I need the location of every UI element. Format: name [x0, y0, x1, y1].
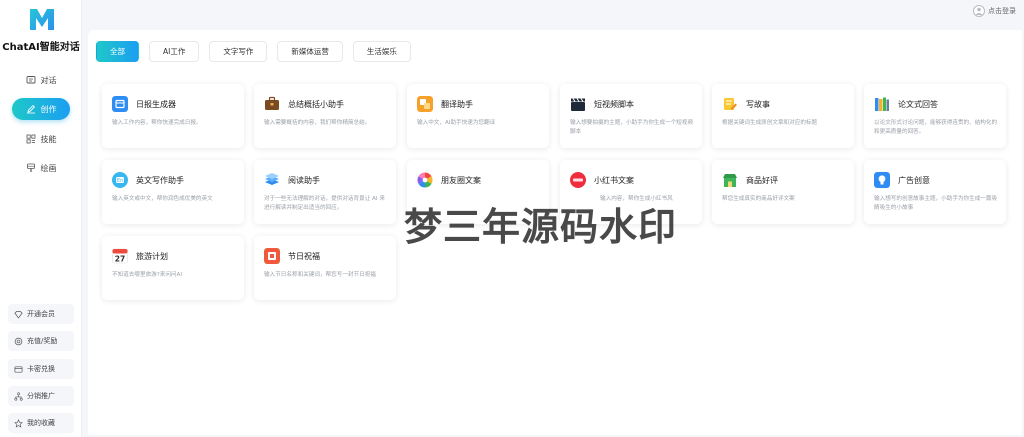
card-icon	[14, 365, 23, 373]
sidebar-item-label: 绘画	[40, 163, 57, 173]
card-title: 论文式回答	[898, 100, 938, 109]
tab-new-media[interactable]: 新媒体运营	[277, 41, 343, 62]
card-title: 商品好评	[746, 176, 778, 185]
app-card-travel[interactable]: 27 旅游计划 不知道去哪里旅游?来问问AI	[102, 236, 244, 300]
svg-text:En: En	[117, 178, 123, 184]
tab-writing[interactable]: 文字写作	[209, 41, 268, 62]
sidebar-item-label: 开通会员	[27, 310, 55, 318]
sidebar-item-membership[interactable]: 开通会员	[8, 304, 74, 324]
card-title: 节日祝福	[288, 252, 320, 261]
app-card-summary[interactable]: 总结概括小助手 输入需要概括的内容，我们帮你精简总结。	[254, 84, 396, 148]
date-text: 27	[115, 255, 125, 264]
coin-icon	[14, 337, 23, 345]
sidebar-item-label: 创作	[40, 104, 57, 114]
date-27-icon: 27	[112, 248, 128, 264]
pencil-note-icon	[724, 98, 737, 110]
card-desc: 以论文形式讨论问题，能够获得连贯的、结构化的和更高质量的回答。	[874, 120, 998, 135]
greeting-icon	[264, 248, 280, 264]
card-title: 写故事	[746, 100, 770, 109]
topbar: 点击登录	[82, 0, 1024, 24]
sidebar-item-skills[interactable]: 技能	[12, 128, 70, 150]
app-card-festival[interactable]: 节日祝福 输入节日名称和关键词，帮您写一封节日祝福	[254, 236, 396, 300]
logo-icon	[30, 8, 54, 30]
watermark-text: 梦三年源码水印	[404, 205, 678, 249]
card-title: 总结概括小助手	[288, 100, 344, 109]
books-icon	[875, 97, 889, 111]
english-icon: En	[112, 172, 128, 188]
clapper-icon	[571, 98, 585, 111]
card-title: 广告创意	[898, 176, 930, 185]
card-title: 阅读助手	[288, 176, 320, 185]
xiaohongshu-icon	[570, 172, 586, 188]
card-title: 朋友圈文案	[441, 176, 481, 185]
edit-icon	[26, 104, 35, 114]
app-card-translate[interactable]: 翻译助手 输入中文，AI助手快速为您翻译	[407, 84, 549, 148]
lightbulb-icon	[874, 172, 890, 188]
tab-all[interactable]: 全部	[96, 41, 139, 62]
card-desc: 输入想写的创意故事主题，小助手为你生成一篇吸睛吸生的小故事	[874, 196, 998, 211]
card-desc: 输入英文或中文，帮你润色成优美的英文	[112, 196, 213, 202]
sidebar-item-favorites[interactable]: 我的收藏	[8, 413, 74, 433]
translate-icon	[417, 96, 433, 112]
sidebar-item-recharge[interactable]: 充值/奖励	[8, 331, 74, 351]
card-title: 英文写作助手	[136, 176, 184, 185]
card-title: 翻译助手	[441, 100, 473, 109]
card-desc: 输入节日名称和关键词，帮您写一封节日祝福	[264, 272, 376, 278]
app-card-review[interactable]: 商品好评 帮您生成真实的商品好评文案	[712, 160, 854, 224]
card-desc: 输入需要概括的内容，我们帮你精简总结。	[264, 120, 371, 126]
card-desc: 输入想要拍摄的主题，小助手为你生成一个短视频脚本	[570, 120, 694, 135]
camera-aperture-icon	[417, 172, 433, 188]
chat-icon	[26, 76, 35, 84]
category-tabs: 全部 AI工作 文字写作 新媒体运营 生活娱乐	[96, 41, 411, 62]
login-label: 点击登录	[988, 7, 1016, 15]
app-card-essay[interactable]: 论文式回答 以论文形式讨论问题，能够获得连贯的、结构化的和更高质量的回答。	[864, 84, 1006, 148]
calendar-icon	[112, 96, 128, 112]
tab-lifestyle[interactable]: 生活娱乐	[352, 41, 411, 62]
card-desc: 帮您生成真实的商品好评文案	[722, 196, 795, 202]
app-card-ad-idea[interactable]: 广告创意 输入想写的创意故事主题，小助手为你生成一篇吸睛吸生的小故事	[864, 160, 1006, 224]
briefcase-icon	[265, 96, 279, 110]
card-desc: 输入工作内容，帮你快速完成日报。	[112, 120, 202, 126]
share-icon	[14, 391, 23, 401]
sidebar-item-create[interactable]: 创作	[12, 98, 70, 120]
sidebar-item-affiliate[interactable]: 分销推广	[8, 386, 74, 406]
shop-icon	[723, 174, 737, 187]
sidebar-item-label: 对话	[40, 75, 57, 85]
sidebar-item-label: 我的收藏	[27, 419, 55, 427]
sidebar-item-label: 分销推广	[27, 392, 55, 400]
app-card-daily-report[interactable]: 日报生成器 输入工作内容，帮你快速完成日报。	[102, 84, 244, 148]
card-desc: 输入中文，AI助手快速为您翻译	[417, 120, 496, 126]
sidebar-item-label: 卡密兑换	[27, 365, 55, 373]
user-avatar-icon	[973, 5, 985, 17]
card-title: 短视频脚本	[594, 100, 634, 109]
sidebar-item-label: 技能	[40, 134, 57, 144]
app-card-video-script[interactable]: 短视频脚本 输入想要拍摄的主题，小助手为你生成一个短视频脚本	[560, 84, 702, 148]
login-button[interactable]: 点击登录	[973, 5, 1016, 17]
tab-ai-work[interactable]: AI工作	[149, 41, 200, 62]
sidebar-item-label: 充值/奖励	[27, 337, 58, 345]
sidebar: ChatAI智能对话 对话 创作 技能 绘画 开通会员 充值/奖励 卡密兑换 分…	[0, 0, 82, 437]
app-card-story[interactable]: 写故事 根据关键词生成原创文章和对应的标题	[712, 84, 854, 148]
app-card-reading[interactable]: 阅读助手 对于一些无法理解的对话，提供对话背景让 AI 来进行解读并制定出适当的…	[254, 160, 396, 224]
card-title: 小红书文案	[594, 176, 634, 185]
card-desc: 根据关键词生成原创文章和对应的标题	[722, 120, 818, 126]
card-desc: 对于一些无法理解的对话，提供对话背景让 AI 来进行解读并制定出适当的回应。	[264, 196, 385, 211]
card-title: 日报生成器	[136, 100, 176, 109]
book-stack-icon	[265, 173, 279, 185]
skills-icon	[26, 134, 35, 144]
app-card-english[interactable]: En 英文写作助手 输入英文或中文，帮你润色成优美的英文	[102, 160, 244, 224]
card-desc: 不知道去哪里旅游?来问问AI	[112, 272, 182, 278]
star-icon	[14, 418, 23, 428]
sidebar-item-redeem[interactable]: 卡密兑换	[8, 359, 74, 379]
sidebar-item-chat[interactable]: 对话	[12, 69, 70, 91]
card-title: 旅游计划	[136, 252, 168, 261]
paint-icon	[26, 163, 35, 172]
sidebar-item-paint[interactable]: 绘画	[12, 157, 70, 179]
brand-name: ChatAI智能对话	[2, 42, 80, 53]
diamond-icon	[14, 310, 23, 319]
